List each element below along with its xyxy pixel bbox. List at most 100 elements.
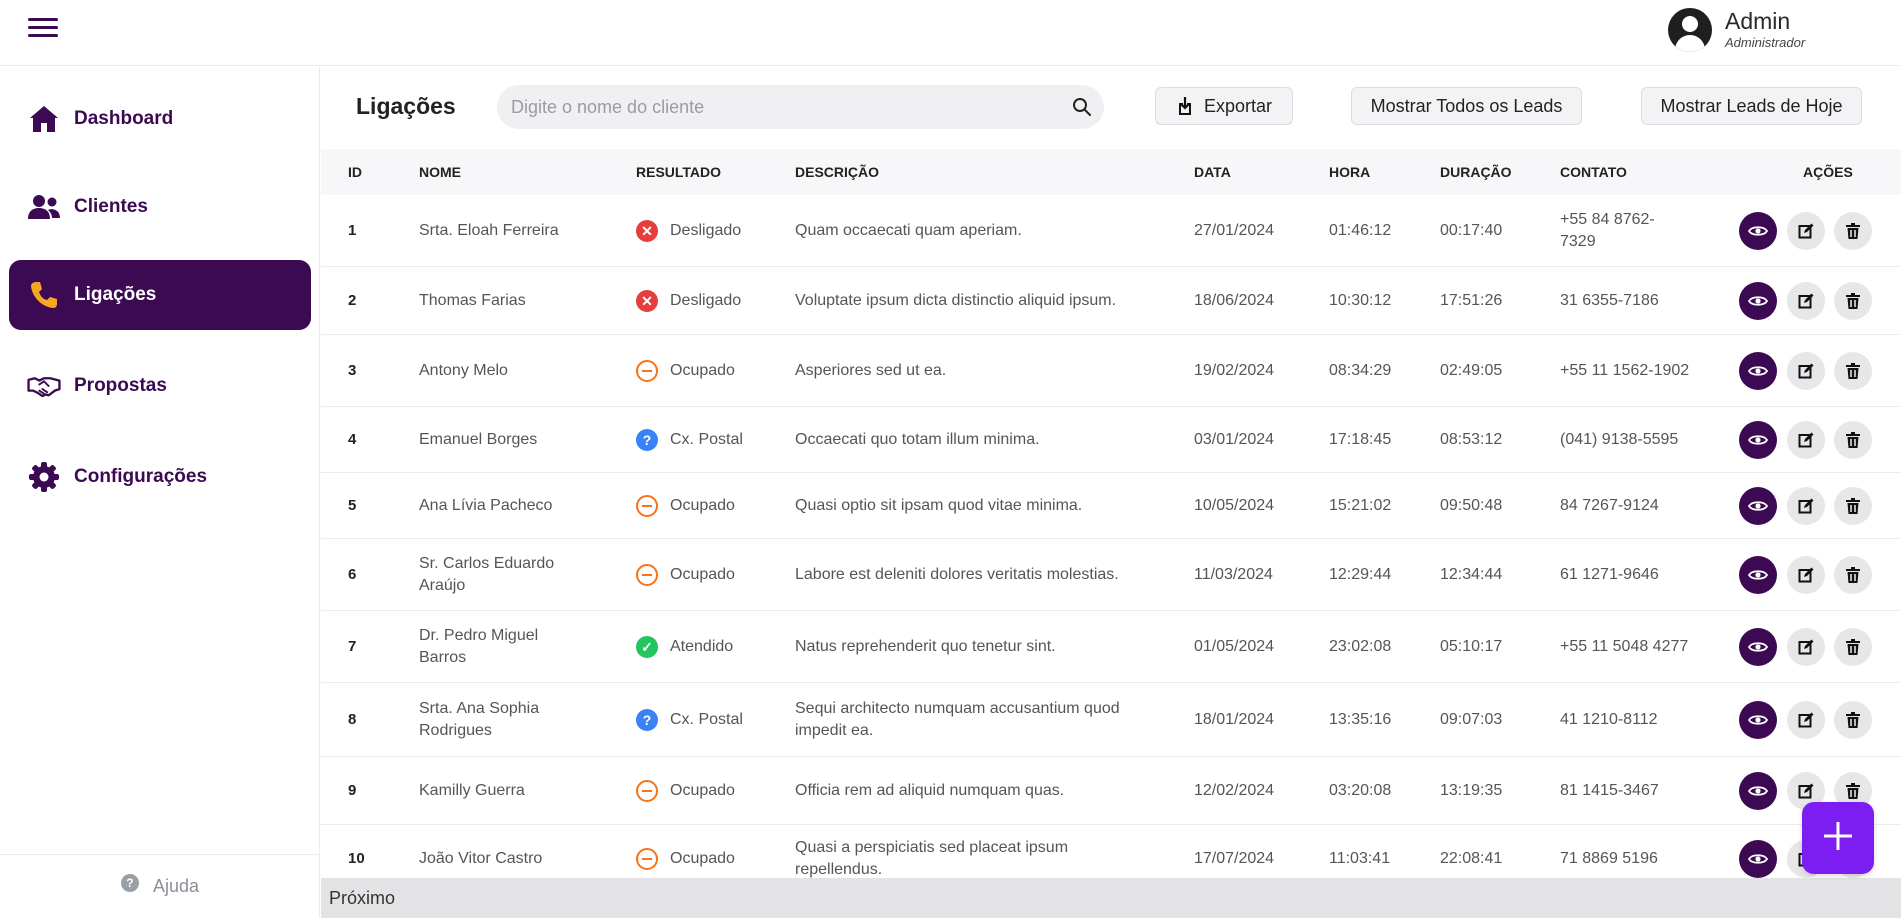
add-call-button[interactable] [1802,802,1874,874]
edit-call-button[interactable] [1787,420,1825,459]
cell-time-text: 03:20:08 [1329,781,1392,799]
cell-date: 11/03/2024 [1194,539,1314,610]
column-header-hora: HORA [1329,164,1371,180]
next-page-button[interactable]: Próximo [329,888,395,909]
sidebar-item-configuracoes[interactable]: Configurações [9,442,311,512]
main-content: Ligações Exportar Mostrar Todos os Leads… [321,67,1901,918]
table-row: 7 Dr. Pedro Miguel Barros ✓ Atendido Natus r… [321,611,1901,683]
edit-call-button[interactable] [1787,555,1825,594]
cell-name-text: Srta. Ana Sophia Rodrigues [419,699,540,739]
view-call-button[interactable] [1739,627,1777,666]
cell-date: 18/06/2024 [1194,267,1314,334]
cell-date-text: 18/01/2024 [1194,710,1275,728]
cell-date: 01/05/2024 [1194,611,1314,682]
cell-description: Quasi a perspiciatis sed placeat ipsum r… [795,825,1155,878]
cell-id-text: 4 [348,430,357,448]
home-icon [27,102,61,136]
edit-call-button[interactable] [1787,486,1825,525]
hamburger-menu-icon[interactable] [28,18,58,40]
cell-time: 01:46:12 [1329,195,1429,266]
cell-time: 15:21:02 [1329,473,1429,538]
delete-call-button[interactable] [1834,627,1872,666]
minus-circle-icon [636,847,658,870]
table-row: 2 Thomas Farias ✕ Desligado Voluptate ipsum … [321,267,1901,335]
export-button[interactable]: Exportar [1155,87,1293,125]
view-call-button[interactable] [1739,211,1777,250]
edit-call-button[interactable] [1787,351,1825,390]
column-header-nome: NOME [419,164,461,180]
edit-call-button[interactable] [1787,211,1825,250]
cell-duration: 13:19:35 [1440,757,1550,824]
result-label: Desligado [670,221,742,239]
cell-date-text: 19/02/2024 [1194,361,1275,379]
cell-name-text: Srta. Eloah Ferreira [419,221,559,239]
view-call-button[interactable] [1739,351,1777,390]
user-profile[interactable]: Admin Administrador [1668,8,1805,52]
cell-duration-text: 22:08:41 [1440,849,1503,867]
cell-date: 18/01/2024 [1194,683,1314,756]
delete-call-button[interactable] [1834,281,1872,320]
result-label: Cx. Postal [670,430,743,448]
trash-icon [1846,362,1860,379]
help-link[interactable]: ? Ajuda [0,854,320,918]
cell-contact-text: 84 7267-9124 [1560,496,1659,514]
cell-name: Emanuel Borges [419,407,589,472]
view-call-button[interactable] [1739,700,1777,739]
sidebar-item-ligacoes[interactable]: Ligações [9,260,311,330]
view-call-button[interactable] [1739,281,1777,320]
search-icon[interactable] [1072,97,1092,117]
cell-name-text: Kamilly Guerra [419,781,525,799]
edit-icon [1798,432,1814,448]
cell-duration: 00:17:40 [1440,195,1550,266]
cell-id: 2 [348,267,408,334]
view-call-button[interactable] [1739,486,1777,525]
cell-description: Natus reprehenderit quo tenetur sint. [795,611,1155,682]
delete-call-button[interactable] [1834,700,1872,739]
page-title: Ligações [356,93,456,119]
cell-contact-text: +55 11 1562-1902 [1560,361,1690,379]
view-call-button[interactable] [1739,839,1777,878]
cell-id-text: 7 [348,637,357,655]
delete-call-button[interactable] [1834,555,1872,594]
edit-call-button[interactable] [1787,281,1825,320]
cell-name-text: Thomas Farias [419,291,526,309]
delete-call-button[interactable] [1834,486,1872,525]
eye-icon [1748,499,1768,513]
show-today-leads-button[interactable]: Mostrar Leads de Hoje [1641,87,1862,125]
sidebar-item-clientes[interactable]: Clientes [9,172,311,242]
delete-call-button[interactable] [1834,211,1872,250]
delete-call-button[interactable] [1834,420,1872,459]
delete-call-button[interactable] [1834,351,1872,390]
cell-time: 12:29:44 [1329,539,1429,610]
sidebar-item-propostas[interactable]: Propostas [9,351,311,421]
search-input[interactable] [511,85,1051,129]
cell-time: 13:35:16 [1329,683,1429,756]
cell-time-text: 13:35:16 [1329,710,1392,728]
calls-table-body: 1 Srta. Eloah Ferreira ✕ Desligado Quam occa… [321,195,1901,878]
cell-name-text: Emanuel Borges [419,430,538,448]
table-row: 5 Ana Lívia Pacheco Ocupado Quasi optio sit… [321,473,1901,539]
cell-contact: (041) 9138-5595 [1560,407,1690,472]
cell-name: Dr. Pedro Miguel Barros [419,611,589,682]
cell-id-text: 2 [348,291,357,309]
users-icon [27,190,61,224]
cell-duration-text: 13:19:35 [1440,781,1503,799]
show-all-leads-button[interactable]: Mostrar Todos os Leads [1351,87,1582,125]
column-header-id: ID [348,164,362,180]
avatar[interactable] [1668,8,1712,52]
cell-description: Quasi optio sit ipsam quod vitae minima. [795,473,1155,538]
cell-time: 03:20:08 [1329,757,1429,824]
view-call-button[interactable] [1739,555,1777,594]
cell-duration-text: 02:49:05 [1440,361,1503,379]
cell-description: Officia rem ad aliquid numquam quas. [795,757,1155,824]
view-call-button[interactable] [1739,420,1777,459]
cell-description: Asperiores sed ut ea. [795,335,1155,406]
edit-call-button[interactable] [1787,627,1825,666]
edit-call-button[interactable] [1787,700,1825,739]
trash-icon [1846,638,1860,655]
cell-id: 5 [348,473,408,538]
sidebar-item-dashboard[interactable]: Dashboard [9,84,311,154]
view-call-button[interactable] [1739,771,1777,810]
eye-icon [1748,784,1768,798]
cell-id-text: 6 [348,565,357,583]
